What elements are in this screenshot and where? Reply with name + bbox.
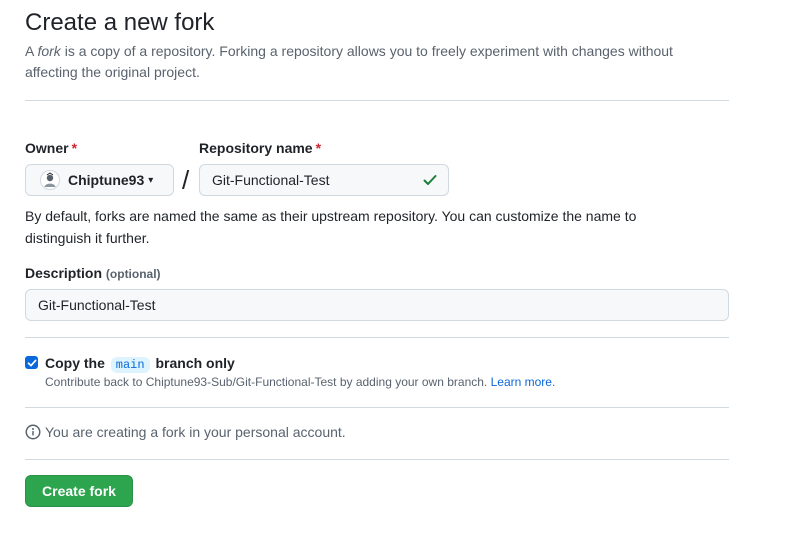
required-mark: * xyxy=(71,140,78,156)
subtitle-emphasis: fork xyxy=(37,43,61,59)
owner-name: Chiptune93 xyxy=(68,172,145,188)
description-label-text: Description xyxy=(25,265,103,281)
repo-name-help: By default, forks are named the same as … xyxy=(25,208,637,246)
owner-dropdown[interactable]: Chiptune93 ▾ xyxy=(25,164,174,196)
subtitle-text: is a copy of a repository. Forking a rep… xyxy=(25,43,673,80)
copy-branch-label[interactable]: Copy the main branch only xyxy=(45,353,235,375)
subtitle-prefix: A xyxy=(25,43,38,59)
owner-repo-separator: / xyxy=(182,165,190,195)
description-input[interactable] xyxy=(25,289,729,321)
checkmark-icon xyxy=(27,359,36,366)
description-label: Description (optional) xyxy=(25,263,161,284)
copy-branch-label-before: Copy the xyxy=(45,355,105,371)
owner-label-text: Owner xyxy=(25,140,69,156)
divider xyxy=(25,459,729,460)
divider xyxy=(25,337,729,338)
personal-account-info: You are creating a fork in your personal… xyxy=(25,424,346,440)
divider xyxy=(25,100,729,101)
owner-label: Owner * xyxy=(25,138,77,158)
copy-branch-note: Contribute back to Chiptune93-Sub/Git-Fu… xyxy=(45,373,555,391)
repo-name-input[interactable] xyxy=(199,164,449,196)
info-text: You are creating a fork in your personal… xyxy=(45,424,346,440)
copy-branch-note-text: Contribute back to Chiptune93-Sub/Git-Fu… xyxy=(45,375,488,389)
info-icon xyxy=(25,424,41,440)
page-subtitle: A fork is a copy of a repository. Forkin… xyxy=(25,41,725,83)
caret-down-icon: ▾ xyxy=(148,174,154,186)
create-fork-button[interactable]: Create fork xyxy=(25,475,133,507)
avatar-icon xyxy=(40,170,60,190)
branch-name-code: main xyxy=(110,357,150,373)
divider xyxy=(25,407,729,408)
repo-name-label-text: Repository name xyxy=(199,140,313,156)
required-mark: * xyxy=(315,140,322,156)
learn-more-link[interactable]: Learn more. xyxy=(491,375,556,389)
copy-branch-label-after: branch only xyxy=(155,355,235,371)
optional-tag: (optional) xyxy=(105,267,161,281)
check-icon xyxy=(423,175,437,185)
copy-main-branch-checkbox[interactable] xyxy=(25,356,38,369)
page-title: Create a new fork xyxy=(25,9,215,36)
repo-name-label: Repository name * xyxy=(199,138,321,158)
